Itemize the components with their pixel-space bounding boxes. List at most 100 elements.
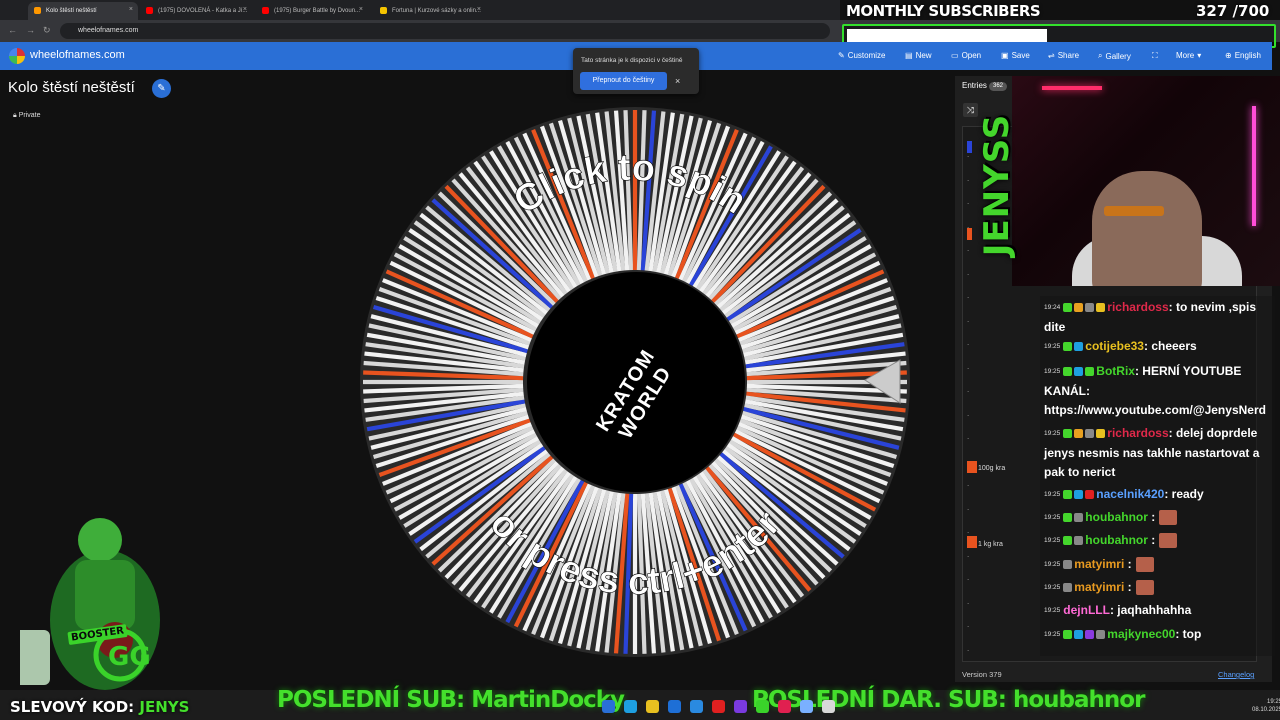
close-tab-icon[interactable]: × [129, 6, 133, 13]
streamer-name: JENYSS [977, 113, 1017, 257]
chat-message: 19:25 houbahnor : [1044, 531, 1274, 551]
webcam-overlay [1012, 76, 1280, 286]
chat-badge-icon [1096, 303, 1106, 313]
entries-count-badge: 362 [989, 82, 1007, 91]
last-sub-overlay: POSLEDNÍ SUB: MartinDocky [277, 687, 625, 713]
chat-username[interactable]: majkynec00 [1107, 627, 1175, 641]
chat-timestamp: 19:25 [1044, 561, 1061, 569]
chat-username[interactable]: houbahnor [1085, 510, 1148, 524]
taskbar-app-icon[interactable] [712, 700, 725, 713]
menu-label: Share [1057, 51, 1080, 60]
chat-username[interactable]: richardoss [1107, 426, 1168, 440]
menu-fullscreen-button[interactable]: ⛶ [1152, 51, 1161, 61]
chat-badge-icon [1085, 630, 1095, 640]
chat-badge-icon [1063, 583, 1073, 593]
taskbar-app-icon[interactable] [734, 700, 747, 713]
pencil-icon: ✎ [157, 83, 166, 94]
entry-color-mark [967, 228, 972, 240]
taskbar-app-icon[interactable] [778, 700, 791, 713]
taskbar-app-icon[interactable] [646, 700, 659, 713]
chat-badge-icon [1096, 630, 1106, 640]
chat-username[interactable]: BotRix [1096, 364, 1135, 378]
close-tab-icon[interactable]: × [477, 6, 481, 13]
reload-icon[interactable]: ↻ [43, 25, 51, 36]
chat-badge-icon [1063, 630, 1073, 640]
menu-label: Save [1011, 51, 1030, 60]
chat-badge-icon [1074, 342, 1084, 352]
site-logo-icon[interactable] [9, 48, 25, 64]
entry-placeholder: . [967, 596, 970, 606]
menu-english-button[interactable]: ⊕ English [1225, 51, 1261, 60]
taskbar-app-icon[interactable] [756, 700, 769, 713]
entry-placeholder: . [967, 361, 970, 371]
chat-timestamp: 19:25 [1044, 368, 1061, 376]
chat-text: : ready [1164, 487, 1204, 501]
close-tab-icon[interactable]: × [243, 6, 247, 13]
taskbar-app-icon[interactable] [624, 700, 637, 713]
changelog-link[interactable]: Changelog [1218, 670, 1254, 679]
chat-timestamp: 19:25 [1044, 343, 1061, 351]
tab-favicon-icon [146, 7, 153, 14]
shuffle-icon: ⤨ [966, 105, 975, 115]
chat-message: 19:25 dejnLLL: jaqhahhahha [1044, 601, 1274, 621]
menu-save-button[interactable]: ▣ Save [1001, 51, 1030, 60]
taskbar-app-icon[interactable] [690, 700, 703, 713]
url-field[interactable]: wheelofnames.com [60, 23, 830, 39]
entry-item: 100g kra [978, 465, 1006, 472]
site-name[interactable]: wheelofnames.com [30, 49, 125, 61]
entry-placeholder: . [967, 173, 970, 183]
fullscreen-icon: ⛶ [1152, 51, 1158, 60]
chat-text: : cheeers [1143, 339, 1197, 353]
taskbar-app-icon[interactable] [822, 700, 835, 713]
chat-username[interactable]: houbahnor [1085, 533, 1148, 547]
share-icon: ⇌ [1048, 51, 1055, 60]
chat-message: 19:25 cotijebe33: cheeers [1044, 337, 1274, 357]
menu-gallery-button[interactable]: ⌕ Gallery [1098, 51, 1131, 61]
new-file-icon: ▤ [905, 51, 913, 60]
discount-label: SLEVOVÝ KOD: [10, 698, 135, 716]
globe-icon: ⊕ [1225, 51, 1232, 60]
discount-code: SLEVOVÝ KOD: JENYS [10, 698, 189, 716]
chat-username[interactable]: matyimri [1074, 580, 1124, 594]
tab-favicon-icon [34, 7, 41, 14]
browser-tab[interactable]: Fortuna | Kurzové sázky a onlin... × [374, 2, 486, 20]
menu-new-button[interactable]: ▤ New [905, 51, 932, 60]
chat-badge-icon [1085, 367, 1095, 377]
chat-badge-icon [1085, 429, 1095, 439]
browser-tab[interactable]: Kolo štěstí neštěstí × [28, 2, 138, 20]
lock-icon: 🔒︎ [13, 112, 17, 119]
entry-item: 1 kg kra [978, 541, 1003, 548]
menu-share-button[interactable]: ⇌ Share [1048, 51, 1079, 60]
entry-color-mark [967, 461, 977, 473]
tab-label: Fortuna | Kurzové sázky a onlin... [392, 8, 481, 14]
taskbar-app-icon[interactable] [602, 700, 615, 713]
chat-username[interactable]: dejnLLL [1063, 603, 1110, 617]
menu-more-button[interactable]: More ▾ [1176, 51, 1201, 60]
chat-timestamp: 19:25 [1044, 491, 1061, 499]
close-popup-button[interactable]: × [675, 76, 680, 86]
back-icon[interactable]: ← [8, 25, 17, 35]
browser-tab[interactable]: (1975) Burger Battle by Dvoun... × [256, 2, 368, 20]
chat-username[interactable]: cotijebe33 [1085, 339, 1144, 353]
chat-text: : [1124, 580, 1132, 594]
entry-placeholder: . [967, 526, 970, 535]
taskbar-app-icon[interactable] [800, 700, 813, 713]
edit-title-button[interactable]: ✎ [152, 79, 171, 98]
menu-open-button[interactable]: ▭ Open [951, 51, 981, 60]
menu-label: English [1234, 51, 1261, 60]
forward-icon[interactable]: → [26, 25, 35, 35]
browser-tab[interactable]: (1975) DOVOLENÁ - Katka a Jí... × [140, 2, 252, 20]
neon-light [1252, 106, 1256, 226]
entry-placeholder: . [967, 502, 970, 512]
chat-badge-icon [1074, 536, 1084, 546]
entry-placeholder: . [967, 432, 970, 441]
switch-language-button[interactable]: Přepnout do češtiny [580, 72, 667, 90]
chat-username[interactable]: matyimri [1074, 557, 1124, 571]
menu-customize-button[interactable]: ✎ Customize [838, 51, 886, 60]
chat-message: 19:25 matyimri : [1044, 578, 1274, 598]
tab-entries[interactable]: Entries [962, 81, 987, 90]
taskbar-app-icon[interactable] [668, 700, 681, 713]
chat-username[interactable]: nacelnik420 [1096, 487, 1164, 501]
close-tab-icon[interactable]: × [359, 6, 363, 13]
chat-username[interactable]: richardoss [1107, 300, 1168, 314]
